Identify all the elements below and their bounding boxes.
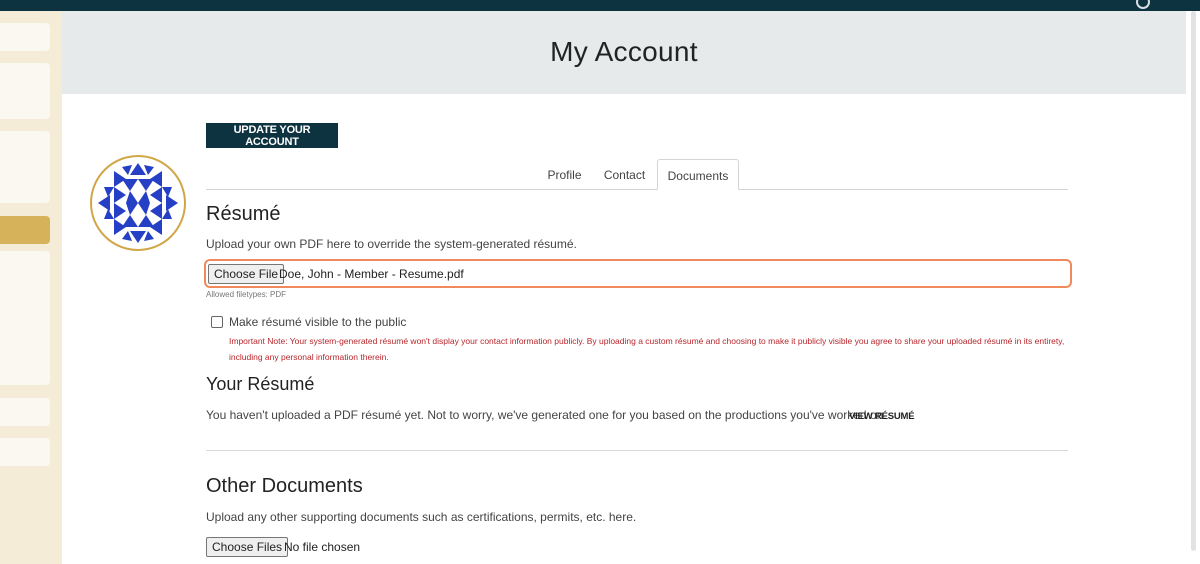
avatar bbox=[90, 155, 186, 251]
other-documents-description: Upload any other supporting documents su… bbox=[206, 510, 637, 524]
scrollbar[interactable] bbox=[1186, 11, 1200, 564]
page-title: My Account bbox=[550, 36, 698, 67]
sidebar-item[interactable] bbox=[0, 438, 50, 466]
resume-visible-checkbox[interactable] bbox=[211, 316, 223, 328]
your-resume-heading: Your Résumé bbox=[206, 374, 315, 394]
section-divider bbox=[206, 450, 1068, 451]
choose-file-button[interactable]: Choose File bbox=[208, 264, 285, 284]
update-account-button[interactable]: UPDATE YOUR ACCOUNT bbox=[206, 123, 338, 148]
file-status: No file chosen bbox=[284, 540, 361, 554]
your-resume-text: You haven't uploaded a PDF résumé yet. N… bbox=[206, 408, 887, 422]
resume-file-input[interactable]: Choose File Doe, John - Member - Resume.… bbox=[204, 259, 1072, 288]
tab-profile[interactable]: Profile bbox=[539, 159, 590, 190]
view-resume-link[interactable]: VIEW RÉSUMÉ bbox=[849, 411, 915, 422]
sidebar-item[interactable] bbox=[0, 251, 50, 385]
choose-files-button[interactable]: Choose Files bbox=[206, 537, 289, 557]
resume-description: Upload your own PDF here to override the… bbox=[206, 237, 577, 251]
tab-contact[interactable]: Contact bbox=[596, 159, 653, 190]
allowed-filetypes: Allowed filetypes: PDF bbox=[206, 290, 287, 299]
sidebar-item-active[interactable] bbox=[0, 216, 50, 244]
scrollbar-thumb[interactable] bbox=[1191, 11, 1196, 551]
important-note: Important Note: Your system-generated ré… bbox=[229, 336, 1065, 362]
sidebar-item[interactable] bbox=[0, 63, 50, 119]
page-header: My Account bbox=[62, 11, 1186, 94]
tab-documents[interactable]: Documents bbox=[657, 159, 739, 190]
selected-file-name: Doe, John - Member - Resume.pdf bbox=[279, 267, 464, 281]
top-bar bbox=[0, 0, 1200, 11]
sidebar-item[interactable] bbox=[0, 398, 50, 426]
resume-heading: Résumé bbox=[206, 203, 281, 225]
avatar-pattern-icon bbox=[98, 163, 178, 243]
other-documents-heading: Other Documents bbox=[206, 475, 363, 497]
resume-visible-label[interactable]: Make résumé visible to the public bbox=[229, 315, 406, 329]
sidebar-item[interactable] bbox=[0, 23, 50, 51]
sidebar bbox=[0, 11, 62, 564]
user-menu-icon[interactable] bbox=[1136, 0, 1150, 9]
sidebar-item[interactable] bbox=[0, 131, 50, 203]
account-tabs: Profile Contact Documents bbox=[206, 159, 1068, 190]
